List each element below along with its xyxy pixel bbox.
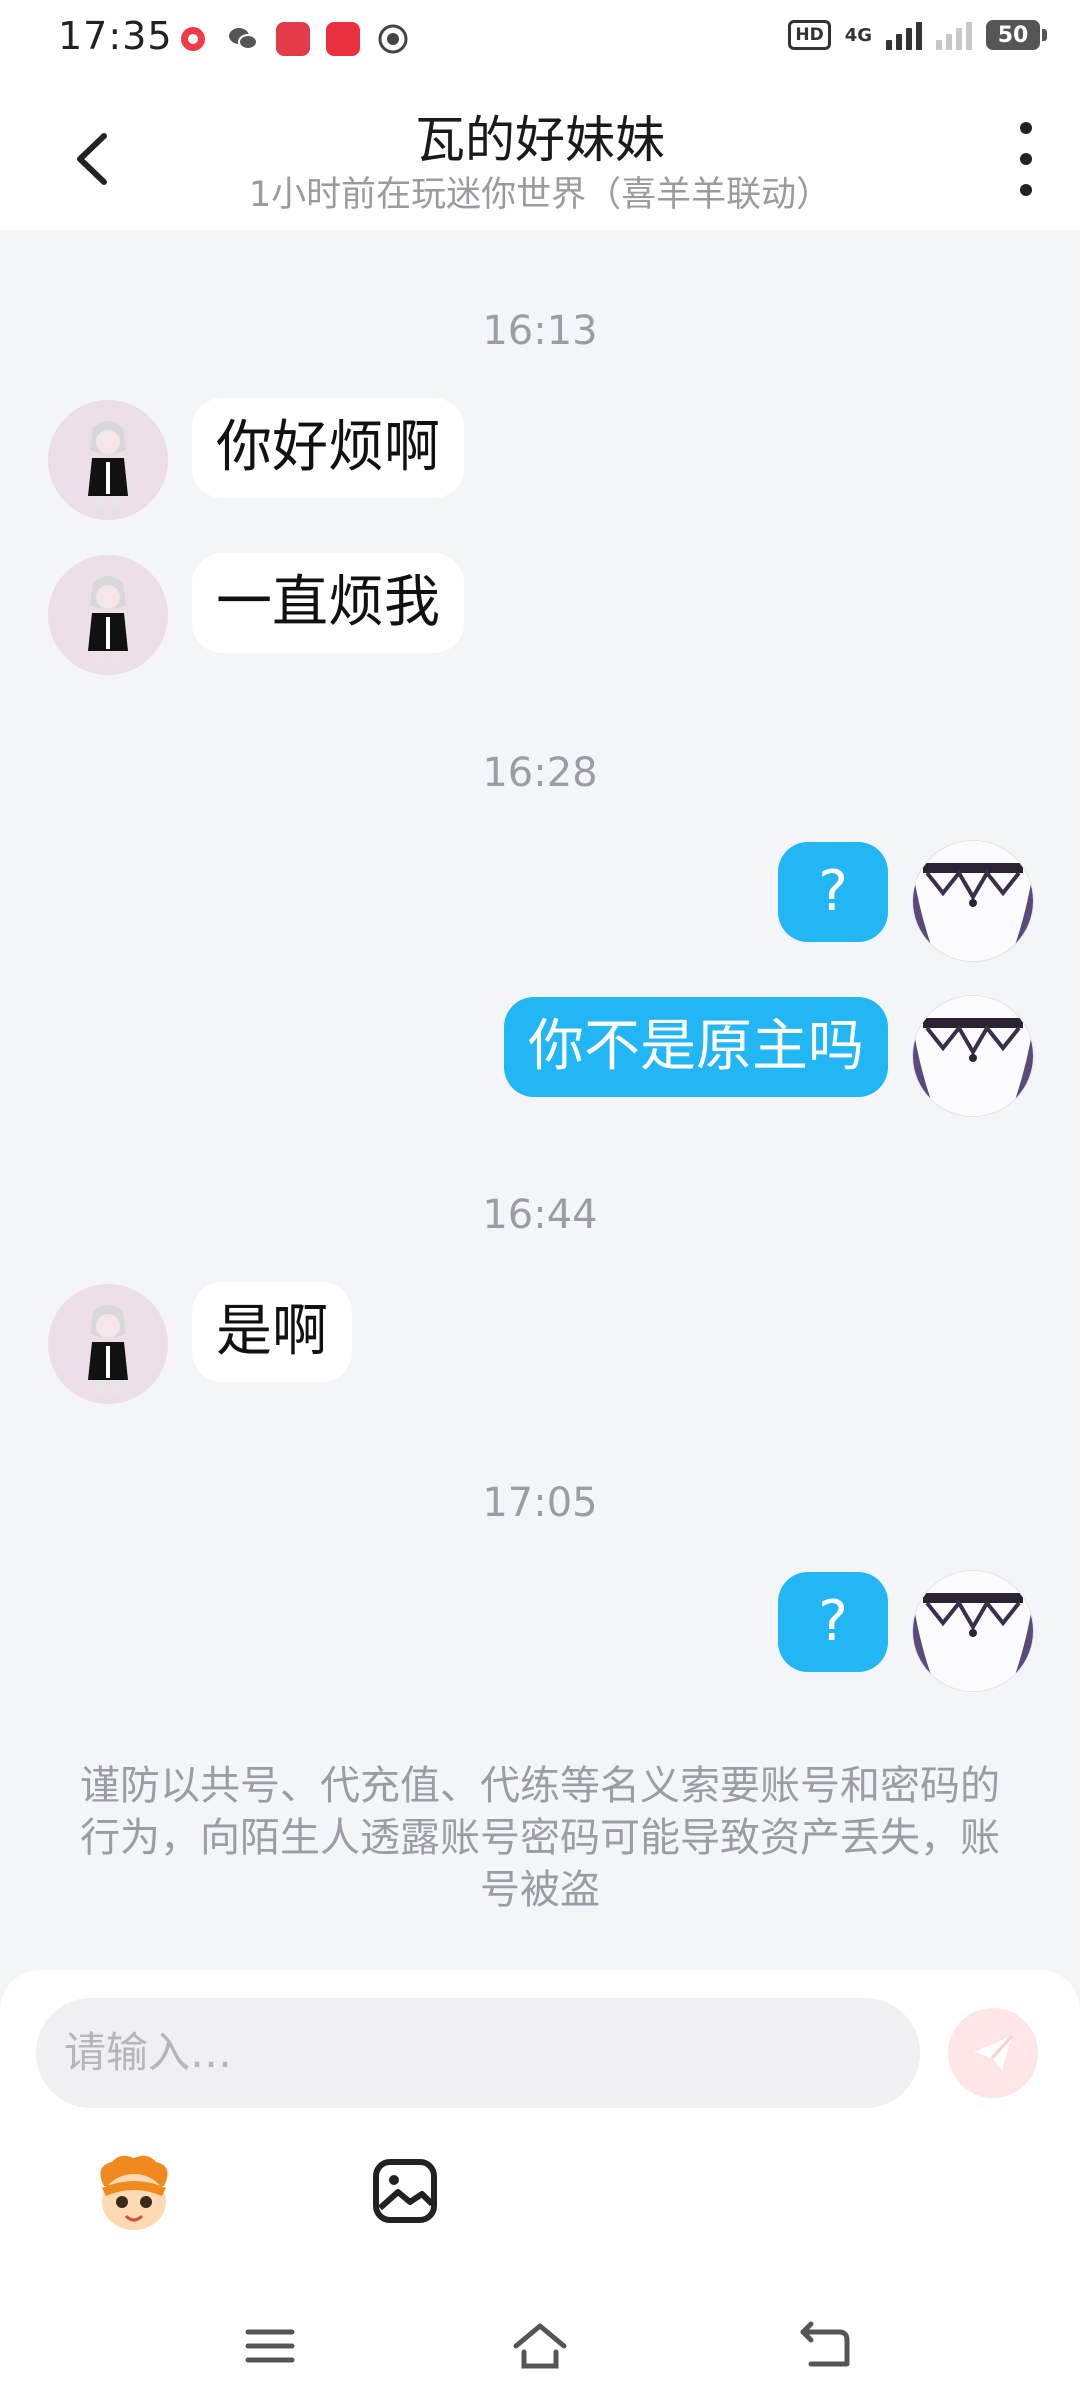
image-button[interactable] [370, 2156, 440, 2226]
my-avatar[interactable] [912, 840, 1034, 962]
wechat-icon [226, 22, 260, 56]
contact-avatar[interactable] [48, 400, 168, 520]
emoji-button[interactable] [90, 2148, 178, 2236]
battery-level: 50 [997, 22, 1029, 48]
notification-icons [176, 22, 410, 56]
camera-app-icon [376, 22, 410, 56]
outgoing-message[interactable]: ? [778, 1572, 888, 1672]
status-indicators: HD 4G 50 [788, 20, 1047, 50]
chat-subtitle: 1小时前在玩迷你世界（喜羊羊联动） [248, 175, 832, 215]
emoji-mascot-icon [100, 2155, 168, 2230]
battery-icon: 50 [986, 20, 1047, 50]
chat-title: 瓦的好妹妹 [415, 111, 665, 169]
contact-avatar[interactable] [48, 555, 168, 675]
image-icon [373, 2159, 437, 2223]
my-avatar[interactable] [912, 1570, 1034, 1692]
send-icon [974, 2034, 1014, 2070]
my-avatar[interactable] [912, 995, 1034, 1117]
signal-icon [886, 20, 922, 50]
hd-badge: HD [788, 20, 831, 50]
send-button[interactable] [948, 2008, 1038, 2098]
status-time: 17:35 [58, 14, 173, 58]
back-icon [800, 2321, 850, 2367]
message-timestamp: 16:28 [482, 750, 598, 796]
message-input[interactable]: 请输入… [36, 1998, 920, 2108]
outgoing-message[interactable]: 你不是原主吗 [504, 997, 888, 1097]
contact-avatar[interactable] [48, 1284, 168, 1404]
signal-secondary-icon [936, 20, 972, 50]
incoming-message[interactable]: 一直烦我 [192, 553, 464, 653]
system-nav-bar [0, 2290, 1080, 2408]
network-type: 4G [844, 24, 872, 46]
incoming-message[interactable]: 你好烦啊 [192, 398, 464, 498]
record-app-icon [176, 22, 210, 56]
menu-icon [245, 2329, 295, 2363]
nav-home-button[interactable] [510, 2316, 570, 2376]
mall-app-icon [276, 22, 310, 56]
security-notice: 谨防以共号、代充值、代练等名义索要账号和密码的行为，向陌生人透露账号密码可能导致… [80, 1763, 1000, 1913]
nav-back-button[interactable] [795, 2316, 855, 2376]
more-vertical-icon [1020, 122, 1032, 134]
message-timestamp: 17:05 [482, 1480, 598, 1526]
outgoing-message[interactable]: ? [778, 842, 888, 942]
status-bar: 17:35 HD 4G 50 [0, 0, 1080, 84]
more-button[interactable] [1006, 122, 1046, 196]
message-timestamp: 16:44 [482, 1192, 598, 1238]
shop-app-icon [326, 22, 360, 56]
home-icon [513, 2323, 567, 2369]
nav-menu-button[interactable] [240, 2316, 300, 2376]
incoming-message[interactable]: 是啊 [192, 1282, 352, 1382]
chat-header: 瓦的好妹妹 1小时前在玩迷你世界（喜羊羊联动） [0, 84, 1080, 230]
message-timestamp: 16:13 [482, 308, 598, 354]
